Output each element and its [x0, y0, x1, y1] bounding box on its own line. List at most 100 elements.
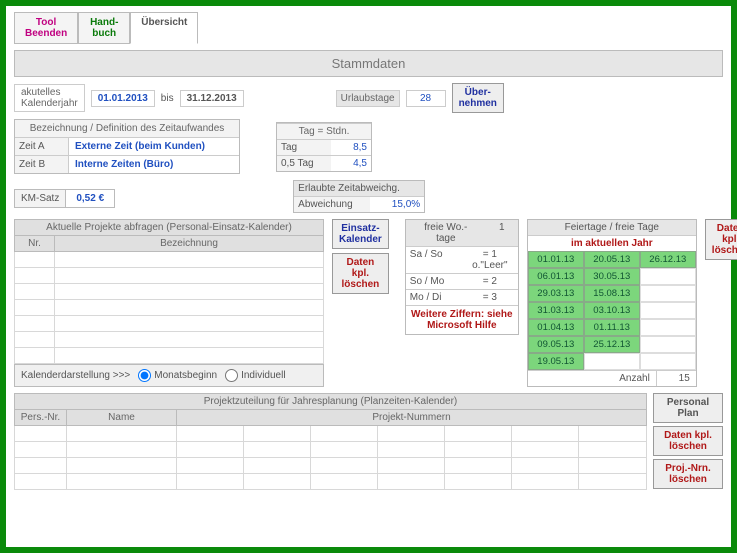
- daten-loeschen-button[interactable]: Daten kpl. löschen: [332, 253, 389, 294]
- tag-full-label: Tag: [277, 139, 331, 155]
- holiday-cell[interactable]: 19.05.13: [528, 353, 584, 370]
- free-r2a: So / Mo: [406, 273, 462, 289]
- assign-side-buttons: Personal Plan Daten kpl. löschen Proj.-N…: [653, 393, 723, 490]
- zeit-b-label: Zeit B: [15, 155, 69, 173]
- abw-label: Abweichung: [294, 196, 370, 212]
- holiday-cell[interactable]: [640, 268, 696, 285]
- radio-individuell[interactable]: Individuell: [225, 369, 285, 382]
- km-box: KM-Satz 0,52 €: [14, 189, 115, 208]
- holidays-header: Feiertage / freie Tage: [528, 220, 696, 235]
- holiday-side-buttons: Daten kpl. löschen: [705, 219, 737, 260]
- projects-footer: Kalenderdarstellung >>> Monatsbeginn Ind…: [14, 364, 324, 387]
- holiday-cell[interactable]: 29.03.13: [528, 285, 584, 302]
- tag-full-value[interactable]: 8,5: [331, 139, 371, 155]
- assign-table: Projektzuteilung für Jahresplanung (Plan…: [14, 393, 647, 490]
- table-row[interactable]: [15, 284, 324, 300]
- holiday-cell[interactable]: 25.12.13: [584, 336, 640, 353]
- table-row[interactable]: [15, 268, 324, 284]
- free-days-count[interactable]: 1: [486, 220, 518, 246]
- einsatz-kalender-button[interactable]: Einsatz- Kalender: [332, 219, 389, 249]
- table-row[interactable]: [15, 316, 324, 332]
- table-row[interactable]: [15, 252, 324, 268]
- table-row[interactable]: [15, 442, 647, 458]
- abw-header: Erlaubte Zeitabweichg.: [294, 181, 424, 196]
- year-row: akutelles Kalenderjahr 01.01.2013 bis 31…: [14, 83, 723, 113]
- tab-uebersicht[interactable]: Übersicht: [130, 12, 198, 44]
- app-frame: Tool Beenden Hand- buch Übersicht Stammd…: [0, 0, 737, 553]
- projnr-delete-button[interactable]: Proj.-Nrn. löschen: [653, 459, 723, 489]
- free-r3a: Mo / Di: [406, 289, 462, 305]
- assign-col-name: Name: [67, 410, 177, 426]
- holiday-cell[interactable]: 01.04.13: [528, 319, 584, 336]
- zeit-defs-box: Bezeichnung / Definition des Zeitaufwand…: [14, 119, 240, 174]
- km-value[interactable]: 0,52 €: [66, 189, 115, 208]
- tag-half-label: 0,5 Tag: [277, 155, 331, 171]
- radio-individuell-label: Individuell: [241, 370, 285, 381]
- holidays-box: Feiertage / freie Tage im aktuellen Jahr…: [527, 219, 697, 387]
- radio-monatsbeginn[interactable]: Monatsbeginn: [138, 369, 217, 382]
- holiday-cell[interactable]: 06.01.13: [528, 268, 584, 285]
- urlaub-label: Urlaubstage: [336, 90, 400, 107]
- table-row[interactable]: [15, 348, 324, 364]
- table-row[interactable]: [15, 458, 647, 474]
- holidays-footer-label: Anzahl: [528, 371, 656, 386]
- free-r1b: = 1 o."Leer": [462, 246, 518, 273]
- uebernehmen-button[interactable]: Über- nehmen: [452, 83, 504, 113]
- kalender-label: Kalenderdarstellung >>>: [21, 370, 130, 381]
- km-label: KM-Satz: [14, 189, 66, 208]
- radio-monatsbeginn-label: Monatsbeginn: [154, 370, 217, 381]
- tab-handbuch[interactable]: Hand- buch: [78, 12, 130, 44]
- project-side-buttons: Einsatz- Kalender Daten kpl. löschen: [332, 219, 389, 294]
- holiday-cell[interactable]: 03.10.13: [584, 302, 640, 319]
- free-r3b: = 3: [462, 289, 518, 305]
- holiday-cell[interactable]: 20.05.13: [584, 251, 640, 268]
- zeit-defs-header: Bezeichnung / Definition des Zeitaufwand…: [15, 120, 239, 137]
- projects-table: Aktuelle Projekte abfragen (Personal-Ein…: [14, 219, 324, 387]
- holiday-cell[interactable]: 09.05.13: [528, 336, 584, 353]
- year-to-label: bis: [161, 93, 174, 104]
- free-days-box: freie Wo.- tage 1 Sa / So= 1 o."Leer" So…: [405, 219, 519, 335]
- urlaub-value[interactable]: 28: [406, 90, 446, 107]
- holiday-cell[interactable]: 15.08.13: [584, 285, 640, 302]
- zeit-b-value[interactable]: Interne Zeiten (Büro): [69, 155, 239, 173]
- table-row[interactable]: [15, 332, 324, 348]
- holiday-cell[interactable]: [640, 319, 696, 336]
- holiday-cell[interactable]: [640, 336, 696, 353]
- holidays-footer-value: 15: [656, 371, 696, 386]
- bottom-section: Projektzuteilung für Jahresplanung (Plan…: [14, 393, 723, 490]
- km-row: KM-Satz 0,52 € Erlaubte Zeitabweichg. Ab…: [14, 180, 723, 213]
- assign-delete-button[interactable]: Daten kpl. löschen: [653, 426, 723, 456]
- tag-header: Tag = Stdn.: [277, 123, 371, 139]
- holidays-sub: im aktuellen Jahr: [528, 235, 696, 251]
- table-row[interactable]: [15, 474, 647, 490]
- free-r2b: = 2: [462, 273, 518, 289]
- holiday-cell[interactable]: [640, 353, 696, 370]
- holiday-cell[interactable]: 01.01.13: [528, 251, 584, 268]
- tab-tool-beenden[interactable]: Tool Beenden: [14, 12, 78, 44]
- zeit-a-value[interactable]: Externe Zeit (beim Kunden): [69, 137, 239, 155]
- mid-section: Aktuelle Projekte abfragen (Personal-Ein…: [14, 219, 723, 387]
- holidays-grid: 01.01.1320.05.1326.12.13 06.01.1330.05.13…: [528, 251, 696, 370]
- projects-col-bez: Bezeichnung: [55, 236, 324, 252]
- holiday-cell[interactable]: [640, 302, 696, 319]
- holiday-cell[interactable]: 01.11.13: [584, 319, 640, 336]
- holiday-cell[interactable]: 30.05.13: [584, 268, 640, 285]
- assign-col-proj: Projekt-Nummern: [177, 410, 647, 426]
- table-row[interactable]: [15, 300, 324, 316]
- defs-row: Bezeichnung / Definition des Zeitaufwand…: [14, 119, 723, 174]
- abw-value[interactable]: 15,0%: [370, 196, 424, 212]
- tag-box: Tag = Stdn. Tag 8,5 0,5 Tag 4,5: [276, 122, 372, 172]
- table-row[interactable]: [15, 426, 647, 442]
- holiday-delete-button[interactable]: Daten kpl. löschen: [705, 219, 737, 260]
- projects-col-nr: Nr.: [15, 236, 55, 252]
- holiday-cell[interactable]: 26.12.13: [640, 251, 696, 268]
- free-r1a: Sa / So: [406, 246, 462, 273]
- holiday-cell[interactable]: 31.03.13: [528, 302, 584, 319]
- tag-half-value[interactable]: 4,5: [331, 155, 371, 171]
- holiday-cell[interactable]: [584, 353, 640, 370]
- holiday-cell[interactable]: [640, 285, 696, 302]
- tab-bar: Tool Beenden Hand- buch Übersicht: [14, 12, 723, 44]
- year-from[interactable]: 01.01.2013: [91, 90, 155, 107]
- personal-plan-button[interactable]: Personal Plan: [653, 393, 723, 423]
- assign-header: Projektzuteilung für Jahresplanung (Plan…: [15, 394, 647, 410]
